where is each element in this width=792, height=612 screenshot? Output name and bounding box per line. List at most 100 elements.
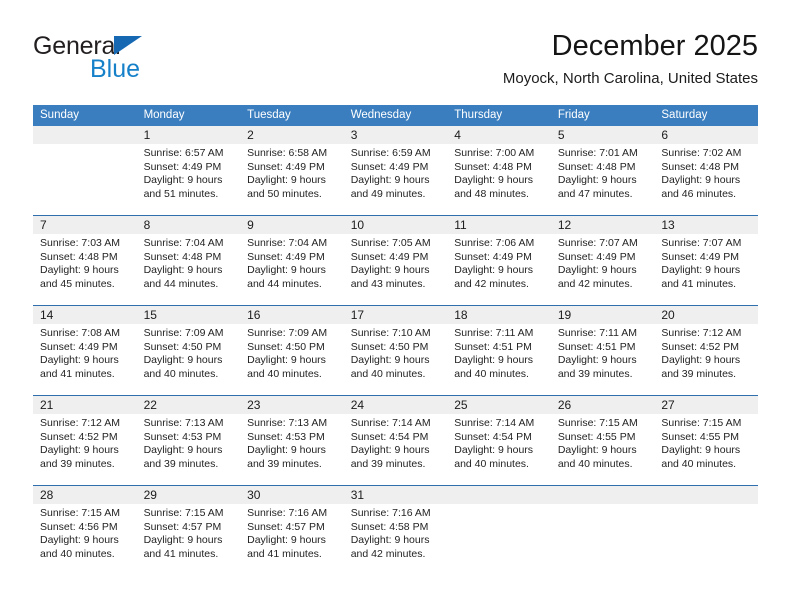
daylight-text-line1: Daylight: 9 hours xyxy=(454,354,534,367)
sunset-text: Sunset: 4:55 PM xyxy=(557,430,636,443)
day-cell-content: 13 Sunrise: 7:07 AM Sunset: 4:49 PM Dayligh… xyxy=(654,216,758,305)
calendar-day-cell[interactable]: 16 Sunrise: 7:09 AM Sunset: 4:50 PM Dayligh… xyxy=(240,305,344,396)
sunrise-text: Sunrise: 7:09 AM xyxy=(143,327,224,339)
daylight-text-line1: Daylight: 9 hours xyxy=(247,264,326,277)
calendar-day-cell[interactable]: 7 Sunrise: 7:03 AM Sunset: 4:48 PM Daylight… xyxy=(33,215,137,306)
daylight-text-line2: and 40 minutes. xyxy=(454,367,529,380)
day-sun-info: Sunrise: 6:59 AM Sunset: 4:49 PM Daylight:… xyxy=(344,144,448,201)
sunrise-text: Sunrise: 7:15 AM xyxy=(661,417,742,429)
sunrise-text: Sunrise: 7:11 AM xyxy=(557,327,637,339)
calendar-day-cell[interactable]: 21 Sunrise: 7:12 AM Sunset: 4:52 PM Dayligh… xyxy=(33,395,137,486)
sunset-text: Sunset: 4:49 PM xyxy=(247,250,325,263)
sunrise-text: Sunrise: 7:03 AM xyxy=(40,237,120,249)
day-sun-info: Sunrise: 7:08 AM Sunset: 4:49 PM Daylight:… xyxy=(33,324,137,381)
general-blue-logo[interactable]: General Blue xyxy=(33,32,243,88)
weekday-header-saturday: Saturday xyxy=(654,105,758,126)
weekday-header-sunday: Sunday xyxy=(33,105,137,126)
day-cell-content: 23 Sunrise: 7:13 AM Sunset: 4:53 PM Dayligh… xyxy=(240,396,344,485)
day-cell-content: 12 Sunrise: 7:07 AM Sunset: 4:49 PM Dayligh… xyxy=(550,216,655,305)
calendar-week-row: 28 Sunrise: 7:15 AM Sunset: 4:56 PM Dayligh… xyxy=(33,485,758,575)
day-cell-content: 31 Sunrise: 7:16 AM Sunset: 4:58 PM Dayligh… xyxy=(343,486,448,575)
day-number: 17 xyxy=(343,306,448,324)
calendar-day-cell[interactable]: 23 Sunrise: 7:13 AM Sunset: 4:53 PM Dayligh… xyxy=(240,395,344,486)
calendar-day-cell[interactable]: 28 Sunrise: 7:15 AM Sunset: 4:56 PM Dayligh… xyxy=(33,485,137,575)
calendar-day-cell[interactable]: 11 Sunrise: 7:06 AM Sunset: 4:49 PM Dayligh… xyxy=(447,215,551,306)
sunrise-text: Sunrise: 7:14 AM xyxy=(350,417,431,429)
daylight-text-line1: Daylight: 9 hours xyxy=(454,264,534,277)
sunset-text: Sunset: 4:48 PM xyxy=(454,160,532,173)
day-cell-content: 11 Sunrise: 7:06 AM Sunset: 4:49 PM Dayligh… xyxy=(447,216,551,305)
calendar-day-cell[interactable]: 6 Sunrise: 7:02 AM Sunset: 4:48 PM Daylight… xyxy=(654,126,758,216)
sunrise-text: Sunrise: 7:01 AM xyxy=(557,147,638,159)
calendar-day-cell[interactable]: 22 Sunrise: 7:13 AM Sunset: 4:53 PM Dayligh… xyxy=(136,395,241,486)
weekday-header-friday: Friday xyxy=(550,105,655,126)
sunrise-text: Sunrise: 7:08 AM xyxy=(40,327,120,339)
sunrise-text: Sunrise: 7:04 AM xyxy=(143,237,224,249)
daylight-text-line2: and 40 minutes. xyxy=(661,457,737,470)
day-cell-content: 22 Sunrise: 7:13 AM Sunset: 4:53 PM Dayligh… xyxy=(136,396,241,485)
day-cell-content: 8 Sunrise: 7:04 AM Sunset: 4:48 PM Daylight… xyxy=(136,216,241,305)
sunset-text: Sunset: 4:54 PM xyxy=(350,430,429,443)
day-number xyxy=(447,486,551,504)
sunrise-text: Sunrise: 7:02 AM xyxy=(661,147,742,159)
daylight-text-line2: and 41 minutes. xyxy=(143,547,219,560)
calendar-day-cell[interactable]: 9 Sunrise: 7:04 AM Sunset: 4:49 PM Daylight… xyxy=(240,215,344,306)
daylight-text-line2: and 39 minutes. xyxy=(557,367,633,380)
day-number: 18 xyxy=(447,306,551,324)
sunset-text: Sunset: 4:49 PM xyxy=(350,250,429,263)
calendar-day-cell[interactable]: 30 Sunrise: 7:16 AM Sunset: 4:57 PM Dayligh… xyxy=(240,485,344,575)
daylight-text-line1: Daylight: 9 hours xyxy=(454,444,534,457)
page-subtitle: Moyock, North Carolina, United States xyxy=(502,70,758,87)
sunrise-text: Sunrise: 7:15 AM xyxy=(557,417,638,429)
calendar-day-cell[interactable]: 12 Sunrise: 7:07 AM Sunset: 4:49 PM Dayligh… xyxy=(550,215,655,306)
weekday-header-monday: Monday xyxy=(136,105,241,126)
calendar-day-cell[interactable]: 13 Sunrise: 7:07 AM Sunset: 4:49 PM Dayligh… xyxy=(654,215,758,306)
day-sun-info xyxy=(654,504,758,507)
calendar-day-cell[interactable]: 29 Sunrise: 7:15 AM Sunset: 4:57 PM Dayligh… xyxy=(136,485,241,575)
day-number: 1 xyxy=(136,126,241,144)
calendar-header-row: Sunday Monday Tuesday Wednesday Thursday Frid… xyxy=(33,105,758,126)
daylight-text-line2: and 44 minutes. xyxy=(143,277,219,290)
sunrise-text: Sunrise: 7:16 AM xyxy=(350,507,431,519)
day-sun-info: Sunrise: 7:15 AM Sunset: 4:55 PM Daylight:… xyxy=(551,414,655,471)
day-cell-content: 6 Sunrise: 7:02 AM Sunset: 4:48 PM Daylight… xyxy=(654,126,758,215)
calendar-day-cell[interactable]: 26 Sunrise: 7:15 AM Sunset: 4:55 PM Dayligh… xyxy=(550,395,655,486)
calendar-day-cell[interactable]: 4 Sunrise: 7:00 AM Sunset: 4:48 PM Daylight… xyxy=(447,126,551,216)
calendar-day-cell[interactable]: 2 Sunrise: 6:58 AM Sunset: 4:49 PM Daylight… xyxy=(240,126,344,216)
day-number: 6 xyxy=(654,126,758,144)
sunrise-text: Sunrise: 7:10 AM xyxy=(350,327,431,339)
calendar-day-cell[interactable]: 8 Sunrise: 7:04 AM Sunset: 4:48 PM Daylight… xyxy=(136,215,241,306)
day-cell-content xyxy=(654,486,758,575)
calendar-day-cell[interactable]: 10 Sunrise: 7:05 AM Sunset: 4:49 PM Dayligh… xyxy=(343,215,448,306)
day-number: 25 xyxy=(447,396,551,414)
sunrise-text: Sunrise: 7:00 AM xyxy=(454,147,535,159)
calendar-day-cell[interactable]: 27 Sunrise: 7:15 AM Sunset: 4:55 PM Dayligh… xyxy=(654,395,758,486)
day-sun-info: Sunrise: 7:06 AM Sunset: 4:49 PM Daylight:… xyxy=(447,234,551,291)
daylight-text-line2: and 44 minutes. xyxy=(247,277,322,290)
daylight-text-line2: and 40 minutes. xyxy=(350,367,426,380)
calendar-day-cell[interactable]: 17 Sunrise: 7:10 AM Sunset: 4:50 PM Dayligh… xyxy=(343,305,448,396)
calendar-day-cell[interactable]: 24 Sunrise: 7:14 AM Sunset: 4:54 PM Dayligh… xyxy=(343,395,448,486)
calendar-day-cell[interactable]: 15 Sunrise: 7:09 AM Sunset: 4:50 PM Dayligh… xyxy=(136,305,241,396)
day-number: 26 xyxy=(550,396,655,414)
calendar-day-cell[interactable]: 31 Sunrise: 7:16 AM Sunset: 4:58 PM Dayligh… xyxy=(343,485,448,575)
calendar-day-cell[interactable]: 20 Sunrise: 7:12 AM Sunset: 4:52 PM Dayligh… xyxy=(654,305,758,396)
day-cell-content: 24 Sunrise: 7:14 AM Sunset: 4:54 PM Dayligh… xyxy=(343,396,448,485)
calendar-day-cell[interactable]: 1 Sunrise: 6:57 AM Sunset: 4:49 PM Daylight… xyxy=(136,126,241,216)
day-number: 19 xyxy=(550,306,655,324)
calendar-table: Sunday Monday Tuesday Wednesday Thursday Frid… xyxy=(33,105,758,575)
sunrise-text: Sunrise: 6:57 AM xyxy=(143,147,224,159)
day-number: 2 xyxy=(240,126,344,144)
calendar-day-cell[interactable]: 19 Sunrise: 7:11 AM Sunset: 4:51 PM Dayligh… xyxy=(550,305,655,396)
weekday-header-thursday: Thursday xyxy=(447,105,551,126)
day-number: 14 xyxy=(33,306,137,324)
calendar-day-cell[interactable]: 5 Sunrise: 7:01 AM Sunset: 4:48 PM Daylight… xyxy=(550,126,655,216)
calendar-page: General Blue December 2025 Moyock, North… xyxy=(0,0,792,612)
calendar-body: 1 Sunrise: 6:57 AM Sunset: 4:49 PM Daylight… xyxy=(33,126,758,575)
calendar-day-cell[interactable]: 3 Sunrise: 6:59 AM Sunset: 4:49 PM Daylight… xyxy=(343,126,448,216)
calendar-day-cell[interactable]: 18 Sunrise: 7:11 AM Sunset: 4:51 PM Dayligh… xyxy=(447,305,551,396)
calendar-day-cell[interactable]: 14 Sunrise: 7:08 AM Sunset: 4:49 PM Dayligh… xyxy=(33,305,137,396)
day-cell-content: 30 Sunrise: 7:16 AM Sunset: 4:57 PM Dayligh… xyxy=(240,486,344,575)
day-sun-info: Sunrise: 7:16 AM Sunset: 4:58 PM Daylight:… xyxy=(344,504,448,561)
calendar-day-cell[interactable]: 25 Sunrise: 7:14 AM Sunset: 4:54 PM Dayligh… xyxy=(447,395,551,486)
